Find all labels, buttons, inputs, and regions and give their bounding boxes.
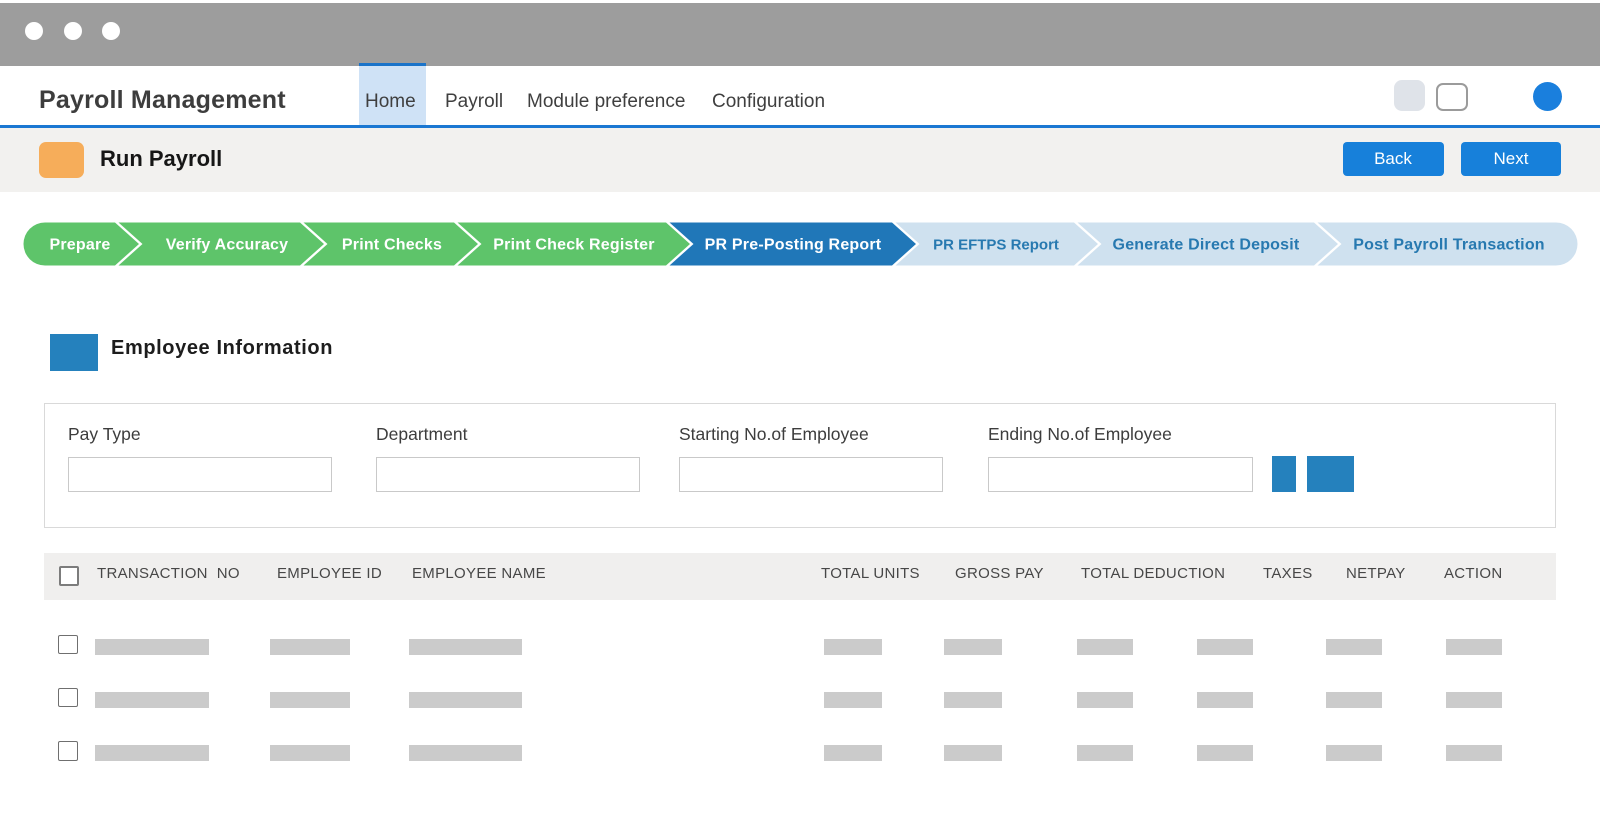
svg-text:Prepare: Prepare bbox=[50, 237, 111, 254]
svg-text:PR EFTPS Report: PR EFTPS Report bbox=[933, 237, 1059, 254]
svg-text:Print Checks: Print Checks bbox=[342, 237, 442, 254]
svg-text:Verify Accuracy: Verify Accuracy bbox=[166, 237, 288, 254]
svg-text:Generate Direct Deposit: Generate Direct Deposit bbox=[1113, 237, 1300, 254]
svg-text:Print Check Register: Print Check Register bbox=[493, 237, 654, 254]
svg-text:Post Payroll Transaction: Post Payroll Transaction bbox=[1353, 237, 1545, 254]
svg-text:PR Pre-Posting Report: PR Pre-Posting Report bbox=[705, 237, 882, 254]
